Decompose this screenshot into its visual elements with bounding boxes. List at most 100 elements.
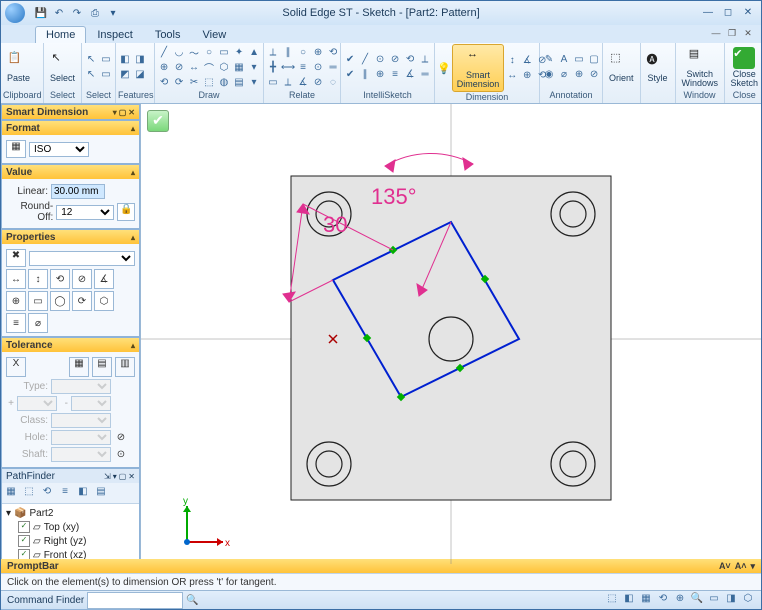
- prop-btn-4[interactable]: ⊘: [72, 269, 92, 289]
- paste-button[interactable]: 📋Paste: [3, 44, 34, 90]
- status-icon-5[interactable]: ⊕: [673, 593, 687, 607]
- prop-btn-7[interactable]: ▭: [28, 291, 48, 311]
- tab-view[interactable]: View: [192, 26, 238, 43]
- cursor-icon[interactable]: ↖: [84, 53, 98, 67]
- annotation-gallery[interactable]: ✎A▭▢ ◉⌀⊕⊘: [542, 53, 601, 82]
- pf-menu-icon[interactable]: ▾: [113, 472, 117, 481]
- format-combo[interactable]: ISO: [29, 142, 89, 157]
- status-icon-8[interactable]: ◨: [724, 593, 738, 607]
- close-window-button[interactable]: ✕: [739, 6, 757, 20]
- close-icon[interactable]: ✕: [128, 108, 135, 117]
- chevron-up-icon[interactable]: ▴: [131, 341, 135, 350]
- roundoff-select[interactable]: 12: [56, 205, 114, 220]
- search-icon[interactable]: 🔍: [186, 595, 198, 606]
- prop-btn-3[interactable]: ⟲: [50, 269, 70, 289]
- pin-icon[interactable]: ▾: [113, 108, 117, 117]
- status-icon-2[interactable]: ◧: [622, 593, 636, 607]
- pathfinder-header[interactable]: PathFinder⇲▾▢✕: [2, 469, 139, 483]
- undo-icon[interactable]: ↶: [51, 5, 67, 21]
- orient-button[interactable]: ⬚Orient: [605, 44, 638, 90]
- status-icon-4[interactable]: ⟲: [656, 593, 670, 607]
- status-icon-7[interactable]: ▭: [707, 593, 721, 607]
- switch-windows-button[interactable]: ▤Switch Windows: [678, 44, 723, 90]
- prop-btn-11[interactable]: ≡: [6, 313, 26, 333]
- prop-icon[interactable]: ✖: [6, 249, 26, 267]
- prop-btn-5[interactable]: ∡: [94, 269, 114, 289]
- redo-icon[interactable]: ↷: [69, 5, 85, 21]
- box2-select-icon[interactable]: ▭: [99, 68, 113, 82]
- pf-close-icon[interactable]: ✕: [128, 472, 135, 481]
- tab-home[interactable]: Home: [35, 26, 86, 43]
- status-icon-1[interactable]: ⬚: [605, 593, 619, 607]
- tol-b3[interactable]: ▥: [115, 357, 135, 377]
- lock-icon[interactable]: 🔒: [117, 203, 135, 221]
- prop-btn-10[interactable]: ⬡: [94, 291, 114, 311]
- cursor2-icon[interactable]: ↖: [84, 68, 98, 82]
- value-panel-header[interactable]: Value▴: [2, 165, 139, 179]
- status-icon-6[interactable]: 🔍: [690, 593, 704, 607]
- smart-dimension-button[interactable]: ↔Smart Dimension: [452, 44, 505, 92]
- pf-pin-icon[interactable]: ⇲: [104, 472, 111, 481]
- style-icon: 🅐: [647, 51, 669, 73]
- linear-input[interactable]: [51, 184, 105, 199]
- close-sketch-button[interactable]: ✔Close Sketch: [727, 44, 762, 90]
- intellisketch-gallery[interactable]: ✔╱⊙⊘⟲⟂ ✔∥⊕≡∡═: [343, 53, 432, 82]
- save-icon[interactable]: 💾: [33, 5, 49, 21]
- draw-gallery[interactable]: ╱◡〜○▭✦▲ ⊕⊘↔⌒⬡▦▾ ⟲⟳✂⬚◍▤▾: [157, 45, 261, 89]
- pf-opts-icon[interactable]: ▢: [119, 472, 127, 481]
- format-panel-header[interactable]: Format▴: [2, 121, 139, 135]
- tab-inspect[interactable]: Inspect: [86, 26, 143, 43]
- expand-icon[interactable]: ▾: [6, 508, 11, 519]
- prop-combo[interactable]: [29, 251, 135, 266]
- box-select-icon[interactable]: ▭: [99, 53, 113, 67]
- prop-btn-8[interactable]: ◯: [50, 291, 70, 311]
- pf-tool-6[interactable]: ▤: [93, 484, 109, 500]
- mdi-restore-button[interactable]: ❐: [725, 28, 739, 40]
- chevron-up-icon[interactable]: ▴: [131, 124, 135, 133]
- style-button[interactable]: 🅐Style: [643, 44, 673, 90]
- dimension-length-text[interactable]: 30: [323, 212, 347, 237]
- opts-icon[interactable]: ▢: [119, 108, 127, 117]
- select-gallery[interactable]: ↖▭↖▭: [84, 53, 113, 82]
- minimize-button[interactable]: —: [699, 6, 717, 20]
- tol-b1[interactable]: ▦: [69, 357, 89, 377]
- relate-gallery[interactable]: ⟂∥○⊕⟲ ╋⟷≡⊙═ ▭⟂∡⊘◌: [266, 45, 340, 89]
- app-menu-button[interactable]: [5, 3, 25, 23]
- status-icon-9[interactable]: ⬡: [741, 593, 755, 607]
- print-icon[interactable]: ⎙: [87, 5, 103, 21]
- pf-tool-5[interactable]: ◧: [75, 484, 91, 500]
- mdi-close-button[interactable]: ✕: [741, 28, 755, 40]
- chevron-up-icon[interactable]: ▴: [131, 168, 135, 177]
- pf-tool-2[interactable]: ⬚: [21, 484, 37, 500]
- checkbox[interactable]: ✓: [18, 535, 30, 547]
- prop-btn-2[interactable]: ↕: [28, 269, 48, 289]
- dimension-angle-text[interactable]: 135°: [371, 184, 417, 209]
- smart-dimension-panel-header[interactable]: Smart Dimension▾▢✕: [2, 105, 139, 119]
- qat-dropdown-icon[interactable]: ▾: [105, 5, 121, 21]
- checkbox[interactable]: ✓: [18, 521, 30, 533]
- tol-x-button[interactable]: X: [6, 357, 26, 377]
- prop-btn-12[interactable]: ⌀: [28, 313, 48, 333]
- mdi-minimize-button[interactable]: —: [709, 28, 723, 40]
- command-finder-input[interactable]: [87, 592, 183, 609]
- properties-panel-header[interactable]: Properties▴: [2, 230, 139, 244]
- prop-btn-9[interactable]: ⟳: [72, 291, 92, 311]
- maximize-button[interactable]: ◻: [719, 6, 737, 20]
- pf-tool-4[interactable]: ≡: [57, 484, 73, 500]
- sketch-canvas[interactable]: ✔: [140, 104, 761, 559]
- accept-sketch-button[interactable]: ✔: [147, 110, 169, 132]
- status-icon-3[interactable]: ▦: [639, 593, 653, 607]
- select-button[interactable]: ↖Select: [46, 44, 79, 90]
- chevron-up-icon[interactable]: ▴: [131, 233, 135, 242]
- tol-b2[interactable]: ▤: [92, 357, 112, 377]
- pf-tool-1[interactable]: ▦: [3, 484, 19, 500]
- pf-tool-3[interactable]: ⟲: [39, 484, 55, 500]
- prop-btn-1[interactable]: ↔: [6, 269, 26, 289]
- prop-btn-6[interactable]: ⊕: [6, 291, 26, 311]
- tolerance-panel-header[interactable]: Tolerance▴: [2, 338, 139, 352]
- plane-icon: ▱: [33, 536, 41, 547]
- tab-tools[interactable]: Tools: [144, 26, 192, 43]
- lightbulb-icon[interactable]: 💡: [437, 62, 451, 75]
- features-gallery[interactable]: ◧◨◩◪: [118, 53, 147, 82]
- format-icon-button[interactable]: ▦: [6, 140, 26, 158]
